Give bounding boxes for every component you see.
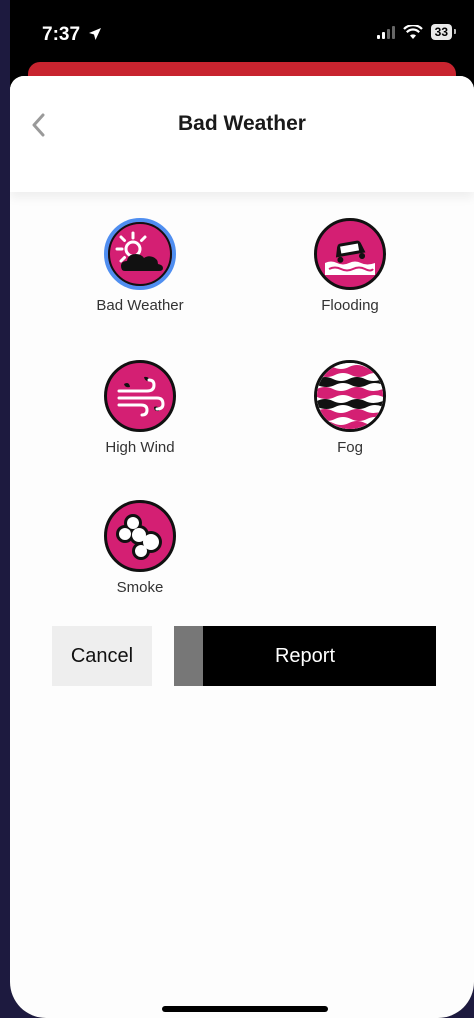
sun-cloud-icon <box>115 231 163 271</box>
option-high-wind[interactable]: High Wind <box>50 360 230 456</box>
report-progress-bar <box>174 626 203 686</box>
sheet-header: Bad Weather <box>10 76 474 192</box>
option-bad-weather-button[interactable] <box>104 218 176 290</box>
cancel-button[interactable]: Cancel <box>52 626 152 686</box>
option-fog[interactable]: Fog <box>260 360 440 456</box>
option-fog-button[interactable] <box>314 360 386 432</box>
battery-icon: 33 <box>430 24 457 40</box>
battery-level: 33 <box>434 25 448 39</box>
report-button-label: Report <box>274 644 336 667</box>
option-bad-weather[interactable]: Bad Weather <box>50 218 230 314</box>
clock-text: 7:37 <box>42 24 81 45</box>
status-bar: 7:37 33 <box>10 0 474 62</box>
option-smoke-button[interactable] <box>104 500 176 572</box>
status-time: 7:37 <box>42 24 102 46</box>
report-button[interactable]: Report <box>174 626 436 686</box>
option-flooding[interactable]: Flooding <box>260 218 440 314</box>
option-label: Smoke <box>116 579 164 596</box>
action-bar: Cancel Report <box>10 626 474 686</box>
option-high-wind-button[interactable] <box>104 360 176 432</box>
location-arrow-icon <box>89 28 102 40</box>
option-label: Fog <box>337 439 363 456</box>
fog-waves-icon <box>317 363 383 429</box>
option-label: Flooding <box>321 297 379 314</box>
wind-icon <box>117 376 165 417</box>
report-sheet: Bad Weather Bad Weather Flooding High Wi… <box>10 76 474 1018</box>
option-smoke[interactable]: Smoke <box>50 500 230 596</box>
option-label: High Wind <box>105 439 175 456</box>
status-indicators: 33 <box>376 24 457 40</box>
signal-icon <box>376 25 395 39</box>
flooded-car-icon <box>325 240 375 275</box>
option-label: Bad Weather <box>96 297 184 314</box>
phone-screen: 7:37 33 Bad Weather Bad Weather Flooding… <box>10 0 474 1018</box>
home-indicator[interactable] <box>162 1006 328 1012</box>
wifi-icon <box>402 24 423 39</box>
page-title: Bad Weather <box>178 112 306 135</box>
smoke-icon <box>116 514 162 560</box>
option-flooding-button[interactable] <box>314 218 386 290</box>
